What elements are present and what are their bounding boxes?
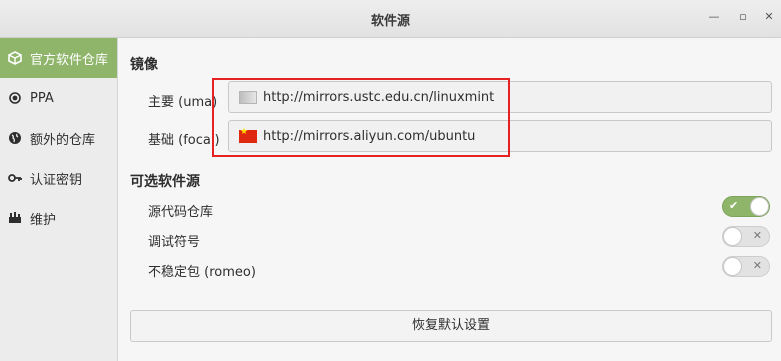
sidebar-item-label: 官方软件仓库 xyxy=(30,52,109,68)
package-icon xyxy=(8,51,22,65)
key-icon xyxy=(8,171,22,185)
title-bar: 软件源 — ▫ ✕ xyxy=(0,0,781,38)
sidebar-item-ppa[interactable]: PPA xyxy=(0,78,117,118)
sidebar-item-additional-repos[interactable]: 额外的仓库 xyxy=(0,118,117,158)
unstable-packages-label: 不稳定包 (romeo) xyxy=(148,265,256,280)
sidebar-item-maintenance[interactable]: 维护 xyxy=(0,198,117,238)
close-icon: ✕ xyxy=(752,259,762,272)
maximize-icon: ▫ xyxy=(739,10,747,23)
main-panel: 镜像 主要 (uma) http://mirrors.ustc.edu.cn/l… xyxy=(118,38,781,361)
sidebar-item-label: 认证密钥 xyxy=(30,172,83,188)
optional-section-title: 可选软件源 xyxy=(130,174,200,190)
source-code-label: 源代码仓库 xyxy=(148,205,214,220)
main-mirror-button[interactable]: http://mirrors.ustc.edu.cn/linuxmint xyxy=(228,81,772,113)
close-icon: ✕ xyxy=(752,229,762,242)
minimize-button[interactable]: — xyxy=(705,8,723,26)
generic-flag-icon xyxy=(239,90,257,104)
toggle-knob xyxy=(750,197,769,216)
toggle-knob xyxy=(723,227,742,246)
sidebar-item-auth-keys[interactable]: 认证密钥 xyxy=(0,158,117,198)
base-mirror-button[interactable]: http://mirrors.aliyun.com/ubuntu xyxy=(228,120,772,152)
sidebar-item-label: 额外的仓库 xyxy=(30,132,96,148)
unstable-packages-toggle[interactable]: ✕ xyxy=(722,256,770,277)
toggle-knob xyxy=(723,257,742,276)
reset-defaults-button[interactable]: 恢复默认设置 xyxy=(130,310,772,342)
debug-symbols-label: 调试符号 xyxy=(148,235,201,250)
tools-icon xyxy=(8,211,22,225)
check-icon: ✔ xyxy=(729,199,739,212)
base-mirror-label: 基础 (focal) xyxy=(148,133,220,148)
maximize-button[interactable]: ▫ xyxy=(734,8,752,26)
sidebar-item-official-repos[interactable]: 官方软件仓库 xyxy=(0,38,117,78)
close-button[interactable]: ✕ xyxy=(760,8,778,26)
china-flag-icon xyxy=(239,127,257,143)
close-icon: ✕ xyxy=(764,10,774,23)
sidebar-item-label: PPA xyxy=(30,90,54,106)
window-title: 软件源 xyxy=(370,14,410,29)
minimize-icon: — xyxy=(708,10,720,23)
main-mirror-url: http://mirrors.ustc.edu.cn/linuxmint xyxy=(263,89,495,105)
sidebar-item-label: 维护 xyxy=(30,212,57,228)
source-code-toggle[interactable]: ✔ xyxy=(722,196,770,217)
radio-icon xyxy=(8,91,22,105)
mirrors-section-title: 镜像 xyxy=(130,57,158,73)
main-mirror-label: 主要 (uma) xyxy=(148,95,218,110)
sidebar: 官方软件仓库 PPA 额外的仓库 认证密钥 维护 xyxy=(0,38,118,361)
debug-symbols-toggle[interactable]: ✕ xyxy=(722,226,770,247)
globe-icon xyxy=(8,131,22,145)
base-mirror-url: http://mirrors.aliyun.com/ubuntu xyxy=(263,128,476,144)
